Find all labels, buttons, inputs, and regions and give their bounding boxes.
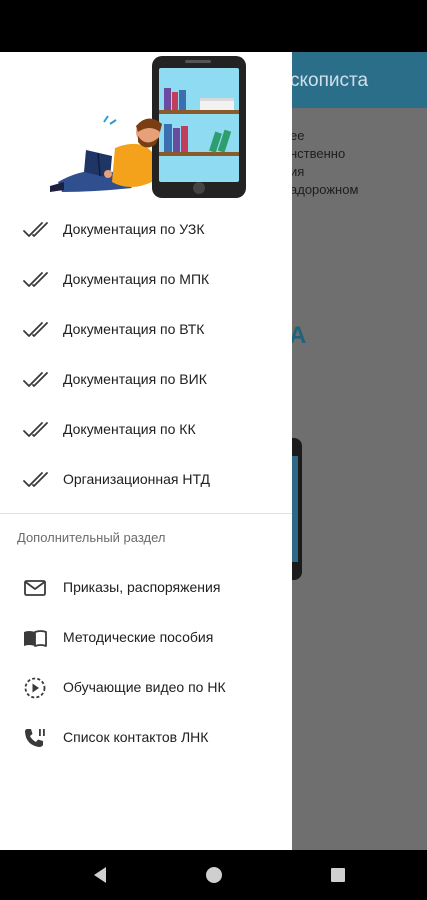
mail-icon [24,580,46,596]
reader-phone-illustration [50,56,246,198]
menu-item-label: Организационная НТД [63,471,211,487]
menu-item-orders[interactable]: Приказы, распоряжения [0,563,292,613]
recents-button[interactable] [308,850,368,900]
home-button[interactable] [184,850,244,900]
play-circle-icon [24,677,46,699]
double-check-icon [23,472,48,487]
back-button[interactable] [70,850,130,900]
menu-item-label: Обучающие видео по НК [63,679,226,695]
menu-item-vtk[interactable]: Документация по ВТК [0,305,292,355]
background-text-line: ее [290,128,305,143]
drawer-header [0,52,292,204]
menu-item-mpk[interactable]: Документация по МПК [0,255,292,305]
app-title: скописта [290,70,369,91]
menu-item-label: Документация по ВТК [63,321,205,337]
double-check-icon [23,372,48,387]
menu-item-label: Документация по УЗК [63,221,205,237]
menu-item-methodical-guides[interactable]: Методические пособия [0,613,292,663]
menu-item-label: Документация по ВИК [63,371,207,387]
menu-item-uzk[interactable]: Документация по УЗК [0,205,292,255]
menu-item-training-videos[interactable]: Обучающие видео по НК [0,663,292,713]
background-text-line: адорожном [290,182,359,197]
recents-square-icon [331,868,345,882]
system-nav-bar [0,850,427,900]
menu-item-kk[interactable]: Документация по КК [0,405,292,455]
status-bar [0,0,427,52]
phone-icon [25,729,45,747]
menu-divider [0,513,292,514]
home-circle-icon [206,867,222,883]
menu-item-label: Приказы, распоряжения [63,579,221,595]
background-text-line: ия [290,164,305,179]
back-triangle-icon [94,867,106,883]
navigation-drawer: Документация по УЗК Документация по МПК … [0,52,292,850]
double-check-icon [23,422,48,437]
book-icon [24,630,47,647]
menu-item-vik[interactable]: Документация по ВИК [0,355,292,405]
menu-item-label: Документация по КК [63,421,196,437]
double-check-icon [23,272,48,287]
menu-item-label: Методические пособия [63,629,214,645]
menu-item-contacts[interactable]: Список контактов ЛНК [0,713,292,763]
section-header: Дополнительный раздел [17,530,166,545]
background-text-line: нственно [290,146,346,161]
menu-item-label: Документация по МПК [63,271,210,287]
double-check-icon [23,222,48,237]
double-check-icon [23,322,48,337]
menu-item-label: Список контактов ЛНК [63,729,209,745]
menu-item-organizational-ntd[interactable]: Организационная НТД [0,455,292,505]
